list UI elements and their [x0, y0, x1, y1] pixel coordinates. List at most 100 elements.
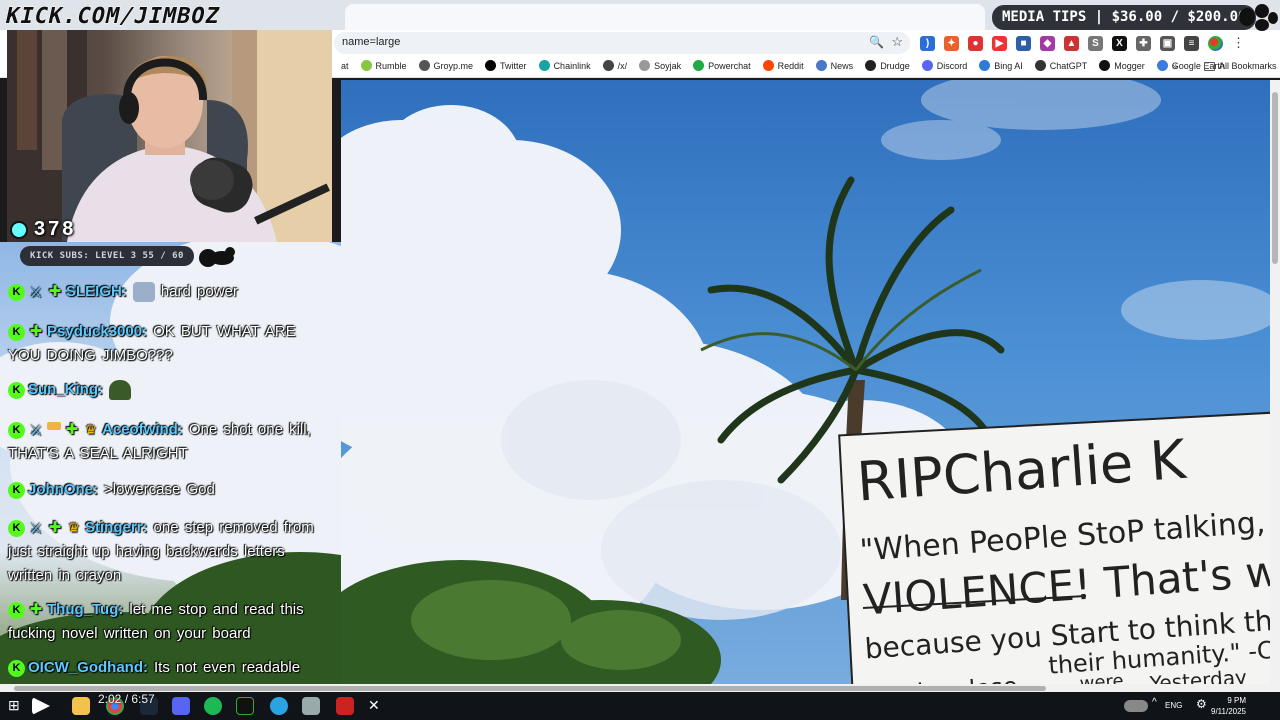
app-icon[interactable]: ✕: [368, 697, 386, 715]
bookmark-favicon-icon: [693, 60, 705, 71]
chat-message: K ⚔ ✚ ♛ Stingerr: one step removed from just …: [8, 516, 332, 588]
vertical-scrollbar[interactable]: [1270, 80, 1280, 684]
media-icon[interactable]: ▣: [1160, 35, 1175, 51]
vertical-scroll-thumb[interactable]: [1272, 92, 1278, 264]
chat-username[interactable]: JohnOne:: [28, 481, 98, 498]
spotify-icon[interactable]: [204, 697, 222, 715]
app-icon[interactable]: [336, 697, 354, 715]
bookmark-item[interactable]: Mogger: [1099, 60, 1145, 71]
chat-username[interactable]: Stingerr:: [85, 519, 148, 536]
file-explorer-icon[interactable]: [72, 697, 90, 715]
extension-icon[interactable]: ■: [1016, 35, 1031, 51]
chat-badges: K ⚔ ✚ ♛: [8, 421, 99, 439]
photo-scene: RIPCharlie K "When PeoPle StoP talking, …: [341, 80, 1270, 684]
reading-list-icon[interactable]: ≡: [1184, 35, 1199, 51]
chat-username[interactable]: OICW_Godhand:: [28, 659, 148, 676]
chat-message: K ⚔ ✚ ♛ Aceofwind: One shot one kill, THAT'S …: [8, 418, 332, 466]
discord-icon[interactable]: [172, 697, 190, 715]
chat-text: >lowercase God: [104, 481, 215, 498]
chevron-right-icon[interactable]: »: [1172, 61, 1178, 72]
kick-badge-icon: K: [8, 381, 25, 399]
all-bookmarks-button[interactable]: All Bookmarks: [1204, 61, 1277, 71]
bookmark-item[interactable]: Discord: [921, 60, 967, 71]
viewer-count: 378: [10, 218, 76, 241]
star-icon[interactable]: ☆: [891, 34, 903, 50]
bookmark-label: Twitter: [500, 60, 527, 71]
bookmark-label: Groyp.me: [433, 60, 474, 71]
zoom-icon[interactable]: 🔍: [869, 35, 884, 49]
address-bar[interactable]: name=large 🔍 ☆: [334, 32, 910, 54]
chat-username[interactable]: SLEIGH:: [66, 283, 127, 300]
chat-badges: K ⚔ ✚ ♛: [8, 519, 82, 537]
bookmark-label: Soyjak: [654, 60, 682, 71]
chat-message: K OICW_Godhand: Its not even readable: [8, 656, 332, 680]
url-text: name=large: [342, 36, 401, 48]
puzzle-icon[interactable]: ✚: [1136, 35, 1151, 51]
bookmark-item[interactable]: News: [815, 60, 853, 71]
subscriber-badge-icon: ✚: [29, 322, 43, 340]
bookmark-item[interactable]: ChatGPT: [1034, 60, 1088, 71]
chat-message: K JohnOne: >lowercase God: [8, 478, 332, 502]
bookmark-item[interactable]: Powerchat: [693, 60, 751, 71]
bookmark-label: Mogger: [1114, 60, 1145, 71]
moderator-sword-icon: ⚔: [29, 283, 43, 300]
media-time: 2:02 / 6:57: [98, 692, 155, 706]
app-icon[interactable]: [302, 697, 320, 715]
bookmark-favicon-icon: [1034, 60, 1046, 71]
extensions-row: ) ✦ ● ▶ ■ ◆ ▲ S X ✚ ▣ ≡ ⋮: [920, 34, 1245, 52]
moderator-sword-icon: ⚔: [29, 421, 43, 438]
bookmark-favicon-icon: [418, 60, 430, 71]
menu-dots-icon[interactable]: ⋮: [1232, 35, 1245, 51]
bookmark-item[interactable]: Reddit: [762, 60, 804, 71]
bookmark-item[interactable]: Twitter: [485, 60, 527, 71]
bookmark-favicon-icon: [602, 60, 614, 71]
clock[interactable]: 9 PM 9/11/2025: [1200, 695, 1246, 717]
active-tab[interactable]: [345, 4, 985, 30]
extension-icon[interactable]: ): [920, 35, 935, 51]
bookmark-label: Reddit: [777, 60, 804, 71]
horizontal-scroll-thumb[interactable]: [14, 686, 1046, 691]
bookmark-label: ChatGPT: [1049, 60, 1088, 71]
extension-icon[interactable]: ▶: [992, 35, 1007, 51]
bookmark-item[interactable]: Soyjak: [639, 60, 681, 71]
bookmark-item[interactable]: Groyp.me: [418, 60, 474, 71]
subscriber-badge-icon: ✚: [48, 282, 62, 300]
telegram-icon[interactable]: [270, 697, 288, 715]
extension-icon[interactable]: ▲: [1064, 35, 1079, 51]
bookmark-favicon-icon: [865, 60, 877, 71]
chat-username[interactable]: Aceofwind:: [102, 421, 183, 438]
bookmark-item[interactable]: Drudge: [865, 60, 910, 71]
chat-message: K ⚔ ✚ SLEIGH: hard power: [8, 280, 332, 304]
language-indicator[interactable]: ENG: [1165, 701, 1182, 710]
extension-icon[interactable]: ●: [968, 35, 983, 51]
chat-username[interactable]: Sun_King:: [28, 381, 103, 398]
chat-username[interactable]: Thug_Tug:: [47, 601, 123, 618]
horizontal-scrollbar[interactable]: [0, 684, 1280, 692]
bookmark-item[interactable]: at: [341, 61, 349, 71]
bookmark-label: Chainlink: [553, 60, 591, 71]
frog-logo-icon: [199, 247, 235, 267]
chat-emote-icon: [132, 282, 155, 303]
bookmark-item[interactable]: Rumble: [360, 60, 407, 71]
bookmark-item[interactable]: Chainlink: [538, 60, 591, 71]
bookmark-label: Drudge: [880, 60, 910, 71]
bookmark-favicon-icon: [1099, 60, 1111, 71]
extension-icon[interactable]: ◆: [1040, 35, 1055, 51]
bookmark-favicon-icon: [815, 60, 827, 71]
bookmark-item[interactable]: Bing AI: [979, 60, 1023, 71]
crown-badge-icon: ♛: [68, 519, 80, 535]
metamask-icon[interactable]: ✦: [944, 35, 959, 51]
profile-avatar-icon[interactable]: [1208, 35, 1223, 51]
play-icon[interactable]: [32, 697, 50, 715]
subscriber-badge-icon: ✚: [29, 600, 43, 618]
bookmark-favicon-icon: [538, 60, 550, 71]
windows-start-icon[interactable]: ⊞: [8, 697, 26, 715]
bookmark-item[interactable]: /x/: [602, 60, 628, 71]
chat-username[interactable]: Psyduck3000:: [47, 323, 147, 340]
pause-toggle-icon[interactable]: [1124, 700, 1148, 712]
app-icon[interactable]: [236, 697, 254, 715]
x-icon[interactable]: X: [1112, 35, 1127, 51]
extension-icon[interactable]: S: [1088, 35, 1103, 51]
bookmark-favicon-icon: [639, 60, 651, 71]
bookmark-label: /x/: [617, 60, 628, 71]
